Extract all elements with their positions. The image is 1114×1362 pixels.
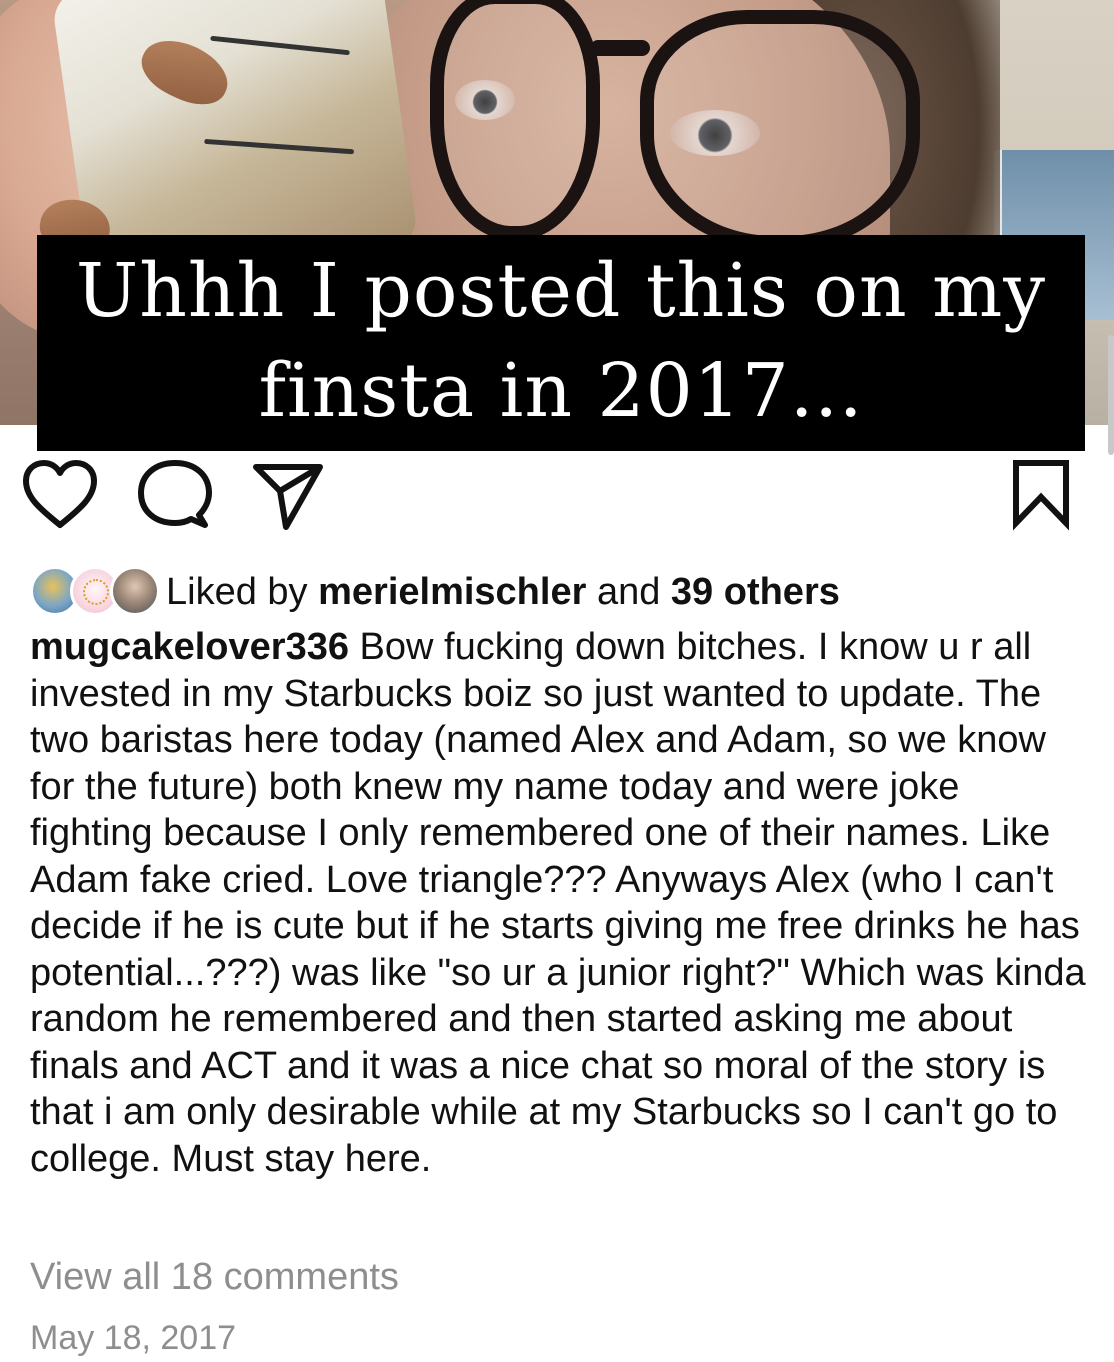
likes-middle: and xyxy=(596,571,661,613)
caption-username[interactable]: mugcakelover336 xyxy=(30,626,349,668)
glasses-bridge xyxy=(590,40,650,56)
heart-icon[interactable] xyxy=(20,457,100,533)
avatar xyxy=(110,566,160,616)
comment-bubble-icon[interactable] xyxy=(135,457,215,533)
bookmark-icon[interactable] xyxy=(1006,457,1076,533)
post-date: May 18, 2017 xyxy=(30,1319,237,1357)
caption-text: Bow fucking down bitches. I know u r all… xyxy=(30,626,1086,1180)
instagram-post: Uhhh I posted this on my finsta in 2017.… xyxy=(0,0,1114,1362)
glasses-lens-left xyxy=(430,0,600,240)
likes-prefix: Liked by xyxy=(166,571,308,613)
likes-summary: Liked by merielmischler and 39 others xyxy=(166,564,840,620)
glasses-lens-right xyxy=(640,10,920,250)
post-caption: mugcakelover336 Bow fucking down bitches… xyxy=(30,624,1090,1182)
overlay-text: Uhhh I posted this on my finsta in 2017.… xyxy=(75,248,1047,434)
liker-avatars xyxy=(30,564,162,620)
action-bar xyxy=(0,455,1114,535)
story-text-overlay: Uhhh I posted this on my finsta in 2017.… xyxy=(37,235,1085,451)
liker-username[interactable]: merielmischler xyxy=(318,571,586,613)
paper-plane-icon[interactable] xyxy=(248,457,328,533)
likes-others[interactable]: 39 others xyxy=(671,571,840,613)
view-comments-link[interactable]: View all 18 comments xyxy=(30,1252,399,1302)
scrollbar[interactable] xyxy=(1108,335,1114,455)
likes-row[interactable]: Liked by merielmischler and 39 others xyxy=(30,562,1090,622)
